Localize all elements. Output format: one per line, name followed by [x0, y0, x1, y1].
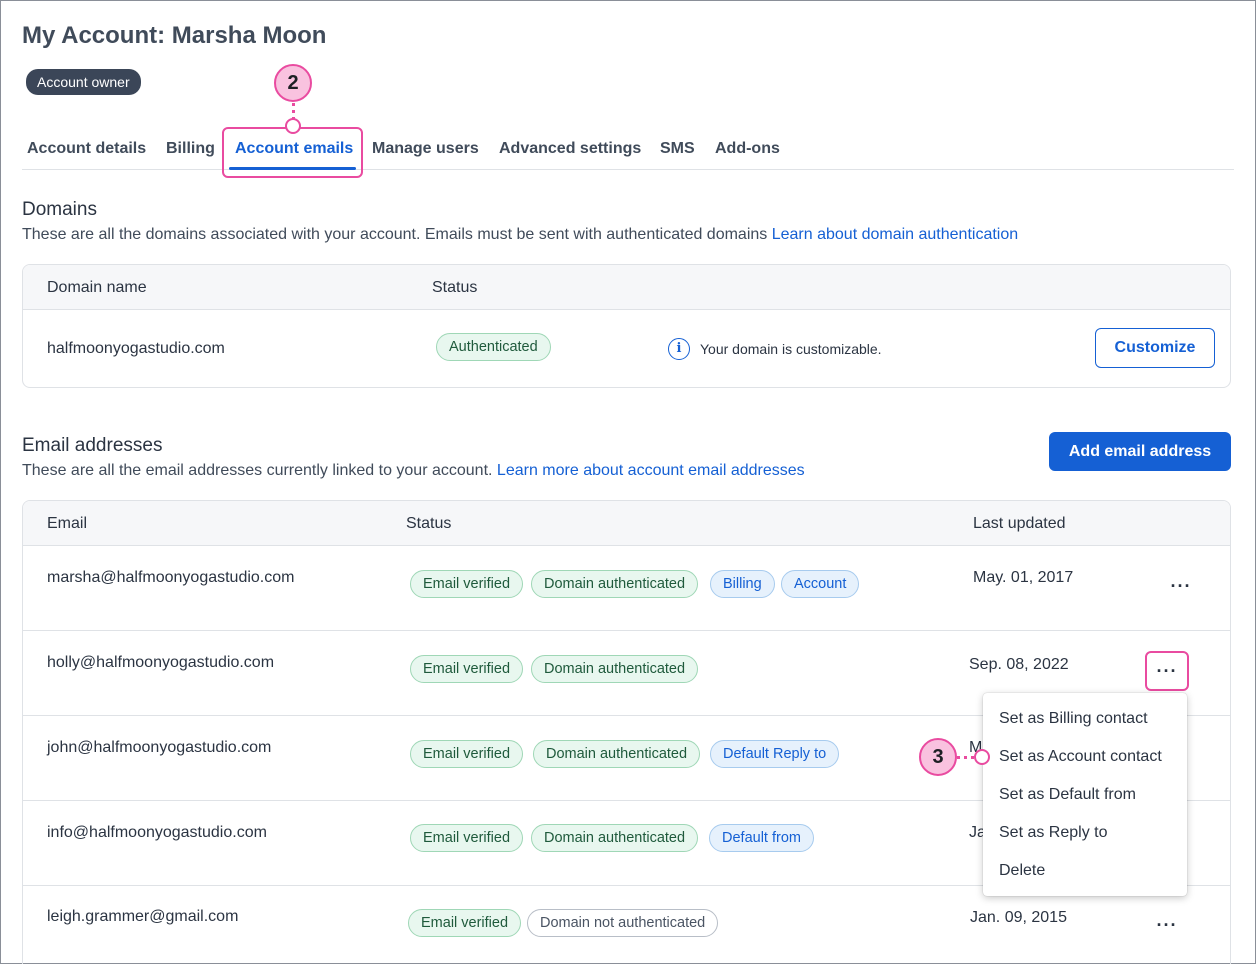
- account-emails-link[interactable]: Learn more about account email addresses: [497, 462, 805, 479]
- emails-description: These are all the email addresses curren…: [22, 462, 805, 479]
- badge-email-verified: Email verified: [410, 824, 524, 852]
- badge-account: Account: [781, 570, 860, 598]
- domains-title: Domains: [22, 199, 97, 220]
- column-email: Email: [47, 515, 88, 532]
- menu-delete[interactable]: Delete: [999, 862, 1045, 880]
- domain-auth-link[interactable]: Learn about domain authentication: [772, 226, 1018, 243]
- domains-description: These are all the domains associated wit…: [22, 226, 1019, 243]
- menu-set-reply-to[interactable]: Set as Reply to: [999, 824, 1108, 842]
- more-options-icon[interactable]: ···: [1166, 576, 1196, 597]
- email-address: leigh.grammer@gmail.com: [47, 908, 239, 925]
- callout-highlight-more: [1145, 651, 1189, 691]
- domains-table: Domain name Status halfmoonyogastudio.co…: [22, 264, 1231, 388]
- last-updated: May. 01, 2017: [973, 569, 1074, 586]
- badge-email-verified: Email verified: [410, 740, 524, 768]
- email-address: holly@halfmoonyogastudio.com: [47, 654, 275, 671]
- callout-anchor-dot: [285, 118, 301, 134]
- role-badge: Account owner: [26, 69, 141, 95]
- emails-table-header: Email Status Last updated: [23, 501, 1230, 546]
- badge-email-verified: Email verified: [410, 570, 524, 598]
- column-domain-name: Domain name: [47, 279, 147, 296]
- domain-note: Your domain is customizable.: [700, 341, 882, 357]
- badge-domain-authenticated: Domain authenticated: [531, 655, 699, 683]
- info-icon: i: [668, 338, 690, 360]
- menu-set-default-from[interactable]: Set as Default from: [999, 786, 1136, 804]
- tab-account-details[interactable]: Account details: [27, 140, 146, 158]
- callout-step-number: 2: [274, 64, 312, 102]
- row-actions-menu: Set as Billing contact Set as Account co…: [983, 693, 1187, 896]
- page-title: My Account: Marsha Moon: [22, 22, 327, 49]
- customize-button[interactable]: Customize: [1095, 328, 1215, 368]
- badge-domain-not-authenticated: Domain not authenticated: [527, 909, 719, 937]
- badge-email-verified: Email verified: [410, 655, 524, 683]
- table-row: halfmoonyogastudio.com Authenticated i Y…: [23, 310, 1230, 387]
- tab-sms[interactable]: SMS: [660, 140, 695, 158]
- last-updated: Sep. 08, 2022: [969, 656, 1069, 673]
- badge-email-verified: Email verified: [408, 909, 522, 937]
- tab-bar: Account details Billing Account emails M…: [22, 140, 1234, 170]
- callout-step-number: 3: [919, 738, 957, 776]
- table-row: leigh.grammer@gmail.com Email verified D…: [23, 886, 1230, 964]
- email-address: info@halfmoonyogastudio.com: [47, 824, 267, 841]
- column-status: Status: [432, 279, 478, 296]
- domains-table-header: Domain name Status: [23, 265, 1230, 310]
- last-updated: Jan. 09, 2015: [970, 909, 1067, 926]
- callout-highlight-tab: [222, 127, 363, 178]
- column-status: Status: [406, 515, 452, 532]
- badge-billing: Billing: [710, 570, 775, 598]
- badge-domain-authenticated: Domain authenticated: [531, 570, 699, 598]
- domain-name: halfmoonyogastudio.com: [47, 340, 225, 357]
- column-last-updated: Last updated: [973, 515, 1066, 532]
- tab-add-ons[interactable]: Add-ons: [715, 140, 780, 158]
- tab-advanced-settings[interactable]: Advanced settings: [499, 140, 641, 158]
- menu-set-billing-contact[interactable]: Set as Billing contact: [999, 710, 1148, 728]
- emails-title: Email addresses: [22, 435, 163, 456]
- badge-default-from: Default from: [709, 824, 814, 852]
- callout-anchor-dot: [974, 749, 990, 765]
- tab-billing[interactable]: Billing: [166, 140, 215, 158]
- email-address: marsha@halfmoonyogastudio.com: [47, 569, 295, 586]
- badge-default-reply-to: Default Reply to: [710, 740, 840, 768]
- menu-set-account-contact[interactable]: Set as Account contact: [999, 748, 1162, 766]
- add-email-button[interactable]: Add email address: [1049, 432, 1231, 471]
- badge-domain-authenticated: Domain authenticated: [531, 824, 699, 852]
- status-badge: Authenticated: [436, 333, 551, 361]
- more-options-icon[interactable]: ···: [1152, 915, 1182, 936]
- table-row: marsha@halfmoonyogastudio.com Email veri…: [23, 546, 1230, 631]
- email-address: john@halfmoonyogastudio.com: [47, 739, 272, 756]
- badge-domain-authenticated: Domain authenticated: [533, 740, 701, 768]
- tab-manage-users[interactable]: Manage users: [372, 140, 479, 158]
- callout-connector: [957, 756, 974, 759]
